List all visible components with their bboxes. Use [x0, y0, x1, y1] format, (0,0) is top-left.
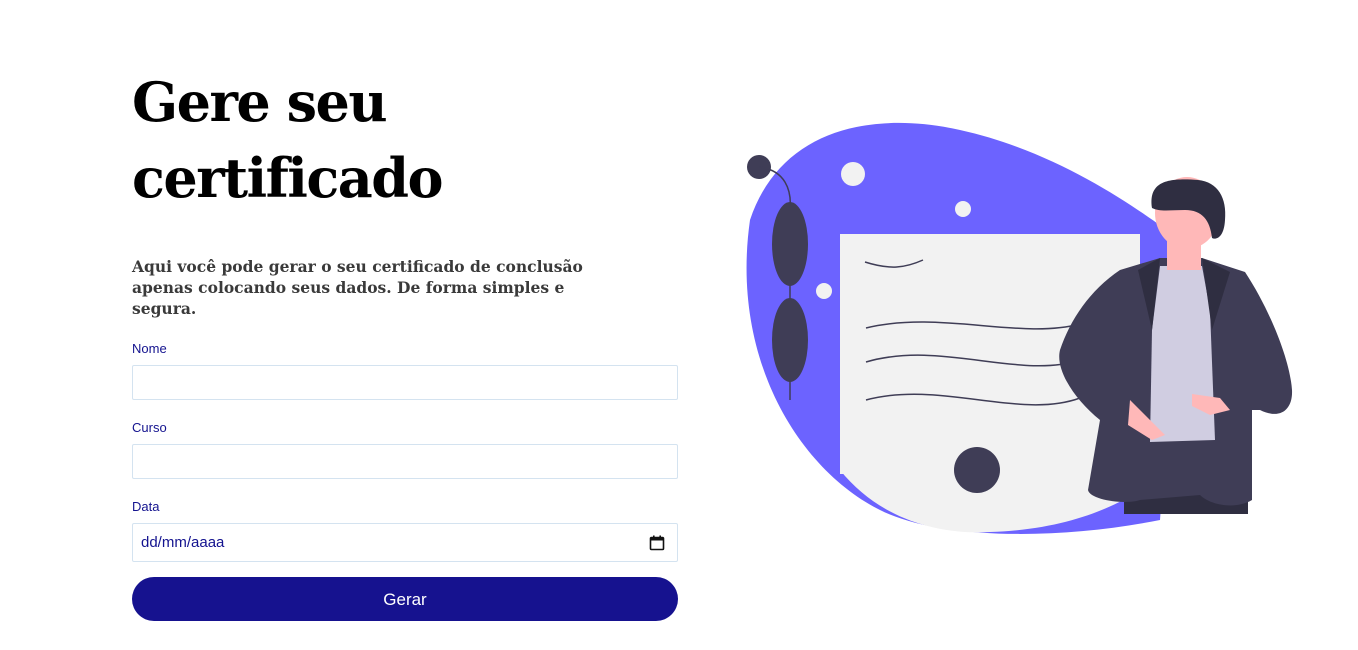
date-input[interactable]: dd/mm/aaaa	[132, 523, 678, 562]
person-shirt	[1150, 266, 1215, 442]
white-dot-2	[955, 201, 971, 217]
course-input[interactable]	[132, 444, 678, 479]
name-label: Nome	[132, 341, 167, 356]
date-placeholder: dd/mm/aaaa	[141, 534, 225, 551]
certificate-form: Nome Curso Data dd/mm/aaaa Gerar	[132, 341, 678, 621]
generate-button[interactable]: Gerar	[132, 577, 678, 621]
left-panel: Gere seu certificado Aqui você pode gera…	[132, 64, 678, 621]
date-label: Data	[132, 499, 160, 514]
white-dot-3	[816, 283, 832, 299]
page-title: Gere seu certificado	[132, 70, 444, 210]
name-input[interactable]	[132, 365, 678, 400]
leaf-bottom	[772, 298, 808, 382]
white-dot-1	[841, 162, 865, 186]
page-description: Aqui você pode gerar o seu certificado d…	[132, 257, 583, 318]
document-seal	[954, 447, 1000, 493]
course-label: Curso	[132, 420, 167, 435]
page: Gere seu certificado Aqui você pode gera…	[0, 0, 1358, 650]
certificate-illustration	[746, 122, 1293, 534]
calendar-icon[interactable]	[649, 535, 665, 551]
leaf-top	[772, 202, 808, 286]
